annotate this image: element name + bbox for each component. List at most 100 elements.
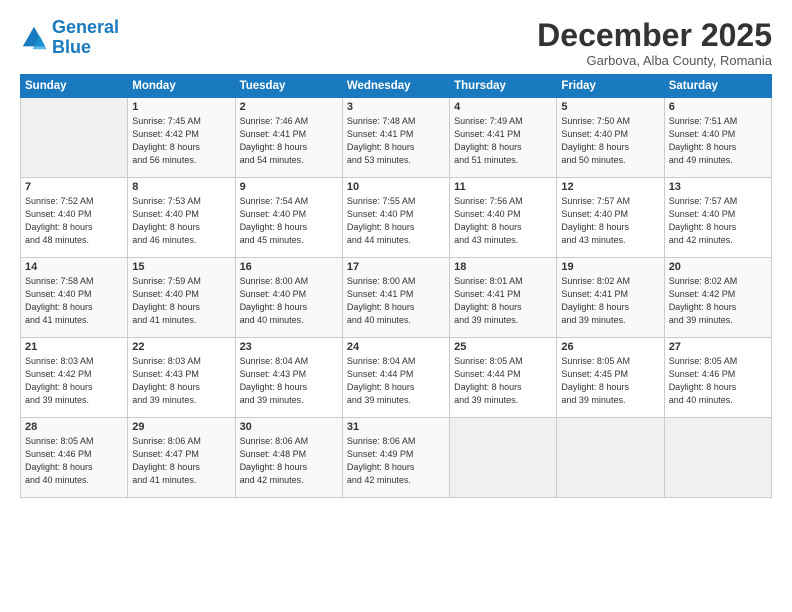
day-number: 7 — [25, 181, 123, 193]
day-number: 13 — [669, 181, 767, 193]
day-number: 19 — [561, 261, 659, 273]
calendar-table: SundayMondayTuesdayWednesdayThursdayFrid… — [20, 74, 772, 498]
day-number: 2 — [240, 101, 338, 113]
day-info: Sunrise: 7:58 AM Sunset: 4:40 PM Dayligh… — [25, 275, 123, 327]
day-cell: 24 Sunrise: 8:04 AM Sunset: 4:44 PM Dayli… — [342, 338, 449, 418]
day-info: Sunrise: 7:54 AM Sunset: 4:40 PM Dayligh… — [240, 195, 338, 247]
day-cell — [21, 98, 128, 178]
day-info: Sunrise: 8:06 AM Sunset: 4:48 PM Dayligh… — [240, 435, 338, 487]
day-info: Sunrise: 8:03 AM Sunset: 4:42 PM Dayligh… — [25, 355, 123, 407]
day-cell: 25Sunrise: 8:05 AM Sunset: 4:44 PM Dayli… — [450, 338, 557, 418]
day-cell: 29 Sunrise: 8:06 AM Sunset: 4:47 PM Dayli… — [128, 418, 235, 498]
day-cell: 30 Sunrise: 8:06 AM Sunset: 4:48 PM Dayli… — [235, 418, 342, 498]
day-cell: 13 Sunrise: 7:57 AM Sunset: 4:40 PM Dayli… — [664, 178, 771, 258]
day-info: Sunrise: 7:52 AM Sunset: 4:40 PM Dayligh… — [25, 195, 123, 247]
day-cell: 17 Sunrise: 8:00 AM Sunset: 4:41 PM Dayli… — [342, 258, 449, 338]
day-number: 10 — [347, 181, 445, 193]
day-info: Sunrise: 8:03 AM Sunset: 4:43 PM Dayligh… — [132, 355, 230, 407]
day-info: Sunrise: 8:05 AM Sunset: 4:46 PM Dayligh… — [25, 435, 123, 487]
day-number: 17 — [347, 261, 445, 273]
day-number: 23 — [240, 341, 338, 353]
day-info: Sunrise: 7:51 AM Sunset: 4:40 PM Dayligh… — [669, 115, 767, 167]
day-cell: 9 Sunrise: 7:54 AM Sunset: 4:40 PM Daylig… — [235, 178, 342, 258]
day-info: Sunrise: 8:05 AM Sunset: 4:45 PM Dayligh… — [561, 355, 659, 407]
day-info: Sunrise: 8:02 AM Sunset: 4:41 PM Dayligh… — [561, 275, 659, 327]
day-cell: 20Sunrise: 8:02 AM Sunset: 4:42 PM Dayli… — [664, 258, 771, 338]
day-cell: 21Sunrise: 8:03 AM Sunset: 4:42 PM Dayli… — [21, 338, 128, 418]
page: General Blue December 2025 Garbova, Alba… — [0, 0, 792, 612]
day-number: 30 — [240, 421, 338, 433]
day-cell: 12Sunrise: 7:57 AM Sunset: 4:40 PM Dayli… — [557, 178, 664, 258]
col-header-saturday: Saturday — [664, 75, 771, 98]
day-cell — [664, 418, 771, 498]
month-title: December 2025 — [537, 18, 772, 53]
day-number: 25 — [454, 341, 552, 353]
day-cell — [557, 418, 664, 498]
day-cell: 19 Sunrise: 8:02 AM Sunset: 4:41 PM Dayli… — [557, 258, 664, 338]
day-number: 6 — [669, 101, 767, 113]
day-info: Sunrise: 8:00 AM Sunset: 4:40 PM Dayligh… — [240, 275, 338, 327]
day-cell: 16 Sunrise: 8:00 AM Sunset: 4:40 PM Dayli… — [235, 258, 342, 338]
day-number: 16 — [240, 261, 338, 273]
day-cell: 31 Sunrise: 8:06 AM Sunset: 4:49 PM Dayli… — [342, 418, 449, 498]
day-cell: 28Sunrise: 8:05 AM Sunset: 4:46 PM Dayli… — [21, 418, 128, 498]
day-number: 26 — [561, 341, 659, 353]
day-info: Sunrise: 7:56 AM Sunset: 4:40 PM Dayligh… — [454, 195, 552, 247]
day-number: 5 — [561, 101, 659, 113]
day-info: Sunrise: 7:57 AM Sunset: 4:40 PM Dayligh… — [669, 195, 767, 247]
day-cell: 4 Sunrise: 7:49 AM Sunset: 4:41 PM Daylig… — [450, 98, 557, 178]
day-info: Sunrise: 8:04 AM Sunset: 4:44 PM Dayligh… — [347, 355, 445, 407]
day-number: 8 — [132, 181, 230, 193]
day-info: Sunrise: 7:46 AM Sunset: 4:41 PM Dayligh… — [240, 115, 338, 167]
day-cell: 18 Sunrise: 8:01 AM Sunset: 4:41 PM Dayli… — [450, 258, 557, 338]
logo-blue: Blue — [52, 37, 91, 57]
day-number: 4 — [454, 101, 552, 113]
day-info: Sunrise: 7:53 AM Sunset: 4:40 PM Dayligh… — [132, 195, 230, 247]
col-header-tuesday: Tuesday — [235, 75, 342, 98]
day-info: Sunrise: 7:59 AM Sunset: 4:40 PM Dayligh… — [132, 275, 230, 327]
day-info: Sunrise: 7:55 AM Sunset: 4:40 PM Dayligh… — [347, 195, 445, 247]
day-cell: 3 Sunrise: 7:48 AM Sunset: 4:41 PM Daylig… — [342, 98, 449, 178]
day-number: 15 — [132, 261, 230, 273]
day-number: 31 — [347, 421, 445, 433]
logo-icon — [20, 24, 48, 52]
week-row-4: 21Sunrise: 8:03 AM Sunset: 4:42 PM Dayli… — [21, 338, 772, 418]
col-header-sunday: Sunday — [21, 75, 128, 98]
location: Garbova, Alba County, Romania — [537, 53, 772, 68]
day-cell: 1Sunrise: 7:45 AM Sunset: 4:42 PM Daylig… — [128, 98, 235, 178]
day-cell: 7 Sunrise: 7:52 AM Sunset: 4:40 PM Daylig… — [21, 178, 128, 258]
day-info: Sunrise: 8:01 AM Sunset: 4:41 PM Dayligh… — [454, 275, 552, 327]
day-number: 14 — [25, 261, 123, 273]
day-cell: 27Sunrise: 8:05 AM Sunset: 4:46 PM Dayli… — [664, 338, 771, 418]
day-info: Sunrise: 8:00 AM Sunset: 4:41 PM Dayligh… — [347, 275, 445, 327]
day-info: Sunrise: 7:49 AM Sunset: 4:41 PM Dayligh… — [454, 115, 552, 167]
day-cell: 22 Sunrise: 8:03 AM Sunset: 4:43 PM Dayli… — [128, 338, 235, 418]
header: General Blue December 2025 Garbova, Alba… — [20, 18, 772, 68]
day-number: 9 — [240, 181, 338, 193]
day-number: 3 — [347, 101, 445, 113]
day-cell: 10 Sunrise: 7:55 AM Sunset: 4:40 PM Dayli… — [342, 178, 449, 258]
day-info: Sunrise: 8:06 AM Sunset: 4:47 PM Dayligh… — [132, 435, 230, 487]
logo-general: General — [52, 17, 119, 37]
day-info: Sunrise: 7:50 AM Sunset: 4:40 PM Dayligh… — [561, 115, 659, 167]
day-cell: 26 Sunrise: 8:05 AM Sunset: 4:45 PM Dayli… — [557, 338, 664, 418]
day-number: 22 — [132, 341, 230, 353]
day-cell — [450, 418, 557, 498]
week-row-2: 7 Sunrise: 7:52 AM Sunset: 4:40 PM Daylig… — [21, 178, 772, 258]
day-info: Sunrise: 8:04 AM Sunset: 4:43 PM Dayligh… — [240, 355, 338, 407]
day-number: 29 — [132, 421, 230, 433]
title-block: December 2025 Garbova, Alba County, Roma… — [537, 18, 772, 68]
day-cell: 6 Sunrise: 7:51 AM Sunset: 4:40 PM Daylig… — [664, 98, 771, 178]
day-info: Sunrise: 7:48 AM Sunset: 4:41 PM Dayligh… — [347, 115, 445, 167]
day-cell: 14 Sunrise: 7:58 AM Sunset: 4:40 PM Dayli… — [21, 258, 128, 338]
day-info: Sunrise: 7:45 AM Sunset: 4:42 PM Dayligh… — [132, 115, 230, 167]
day-number: 18 — [454, 261, 552, 273]
day-number: 24 — [347, 341, 445, 353]
col-header-monday: Monday — [128, 75, 235, 98]
day-info: Sunrise: 8:06 AM Sunset: 4:49 PM Dayligh… — [347, 435, 445, 487]
week-row-1: 1Sunrise: 7:45 AM Sunset: 4:42 PM Daylig… — [21, 98, 772, 178]
logo-text: General Blue — [52, 18, 119, 58]
day-cell: 5 Sunrise: 7:50 AM Sunset: 4:40 PM Daylig… — [557, 98, 664, 178]
day-cell: 11Sunrise: 7:56 AM Sunset: 4:40 PM Dayli… — [450, 178, 557, 258]
col-header-friday: Friday — [557, 75, 664, 98]
